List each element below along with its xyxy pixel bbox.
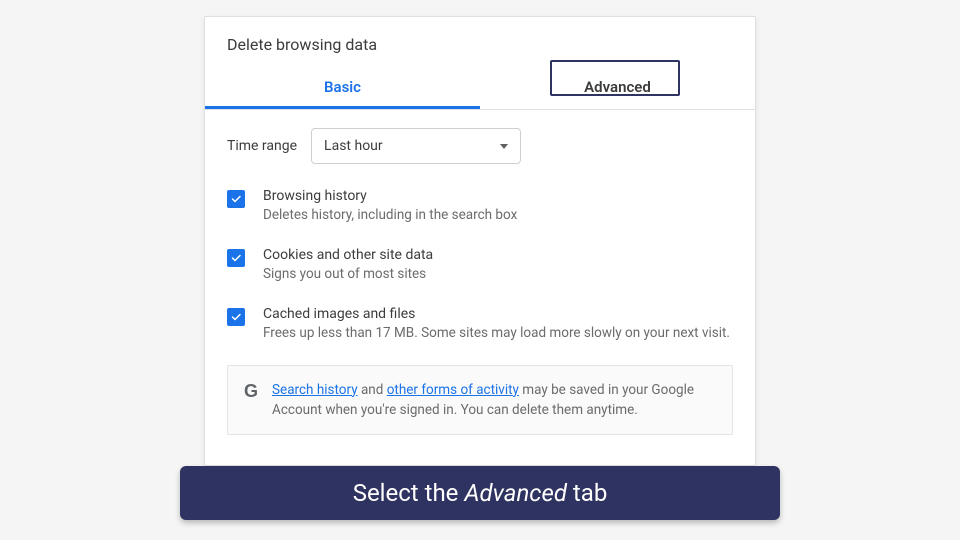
time-range-select[interactable]: Last hour (311, 128, 521, 164)
check-icon (230, 311, 242, 323)
option-desc: Signs you out of most sites (263, 265, 433, 284)
tabs: Basic Advanced (205, 70, 755, 110)
caption-pre: Select the (353, 479, 459, 507)
option-title: Cookies and other site data (263, 247, 433, 263)
clear-browsing-data-dialog: Delete browsing data Basic Advanced Time… (204, 16, 756, 466)
tab-advanced[interactable]: Advanced (480, 70, 755, 109)
check-icon (230, 193, 242, 205)
option-cached: Cached images and files Frees up less th… (227, 306, 733, 343)
option-desc: Deletes history, including in the search… (263, 206, 517, 225)
google-icon: G (244, 381, 258, 402)
other-activity-link[interactable]: other forms of activity (387, 382, 519, 398)
checkbox-cached[interactable] (227, 308, 245, 326)
google-account-info: G Search history and other forms of acti… (227, 365, 733, 436)
info-text: Search history and other forms of activi… (272, 380, 716, 421)
tab-basic[interactable]: Basic (205, 70, 480, 109)
option-title: Cached images and files (263, 306, 730, 322)
caret-down-icon (500, 144, 508, 149)
caption-em: Advanced (464, 479, 567, 507)
option-cookies: Cookies and other site data Signs you ou… (227, 247, 733, 284)
time-range-label: Time range (227, 138, 297, 154)
option-title: Browsing history (263, 188, 517, 204)
info-mid: and (358, 382, 387, 398)
search-history-link[interactable]: Search history (272, 382, 358, 398)
time-range-value: Last hour (324, 138, 383, 154)
caption-post: tab (573, 479, 607, 507)
option-text: Cached images and files Frees up less th… (263, 306, 730, 343)
dialog-content: Time range Last hour Browsing history De… (205, 110, 755, 447)
checkbox-browsing-history[interactable] (227, 190, 245, 208)
option-desc: Frees up less than 17 MB. Some sites may… (263, 324, 730, 343)
time-range-row: Time range Last hour (227, 128, 733, 164)
checkbox-cookies[interactable] (227, 249, 245, 267)
instruction-caption: Select the Advanced tab (180, 466, 780, 520)
option-text: Browsing history Deletes history, includ… (263, 188, 517, 225)
option-browsing-history: Browsing history Deletes history, includ… (227, 188, 733, 225)
option-text: Cookies and other site data Signs you ou… (263, 247, 433, 284)
check-icon (230, 252, 242, 264)
dialog-title: Delete browsing data (205, 17, 755, 70)
